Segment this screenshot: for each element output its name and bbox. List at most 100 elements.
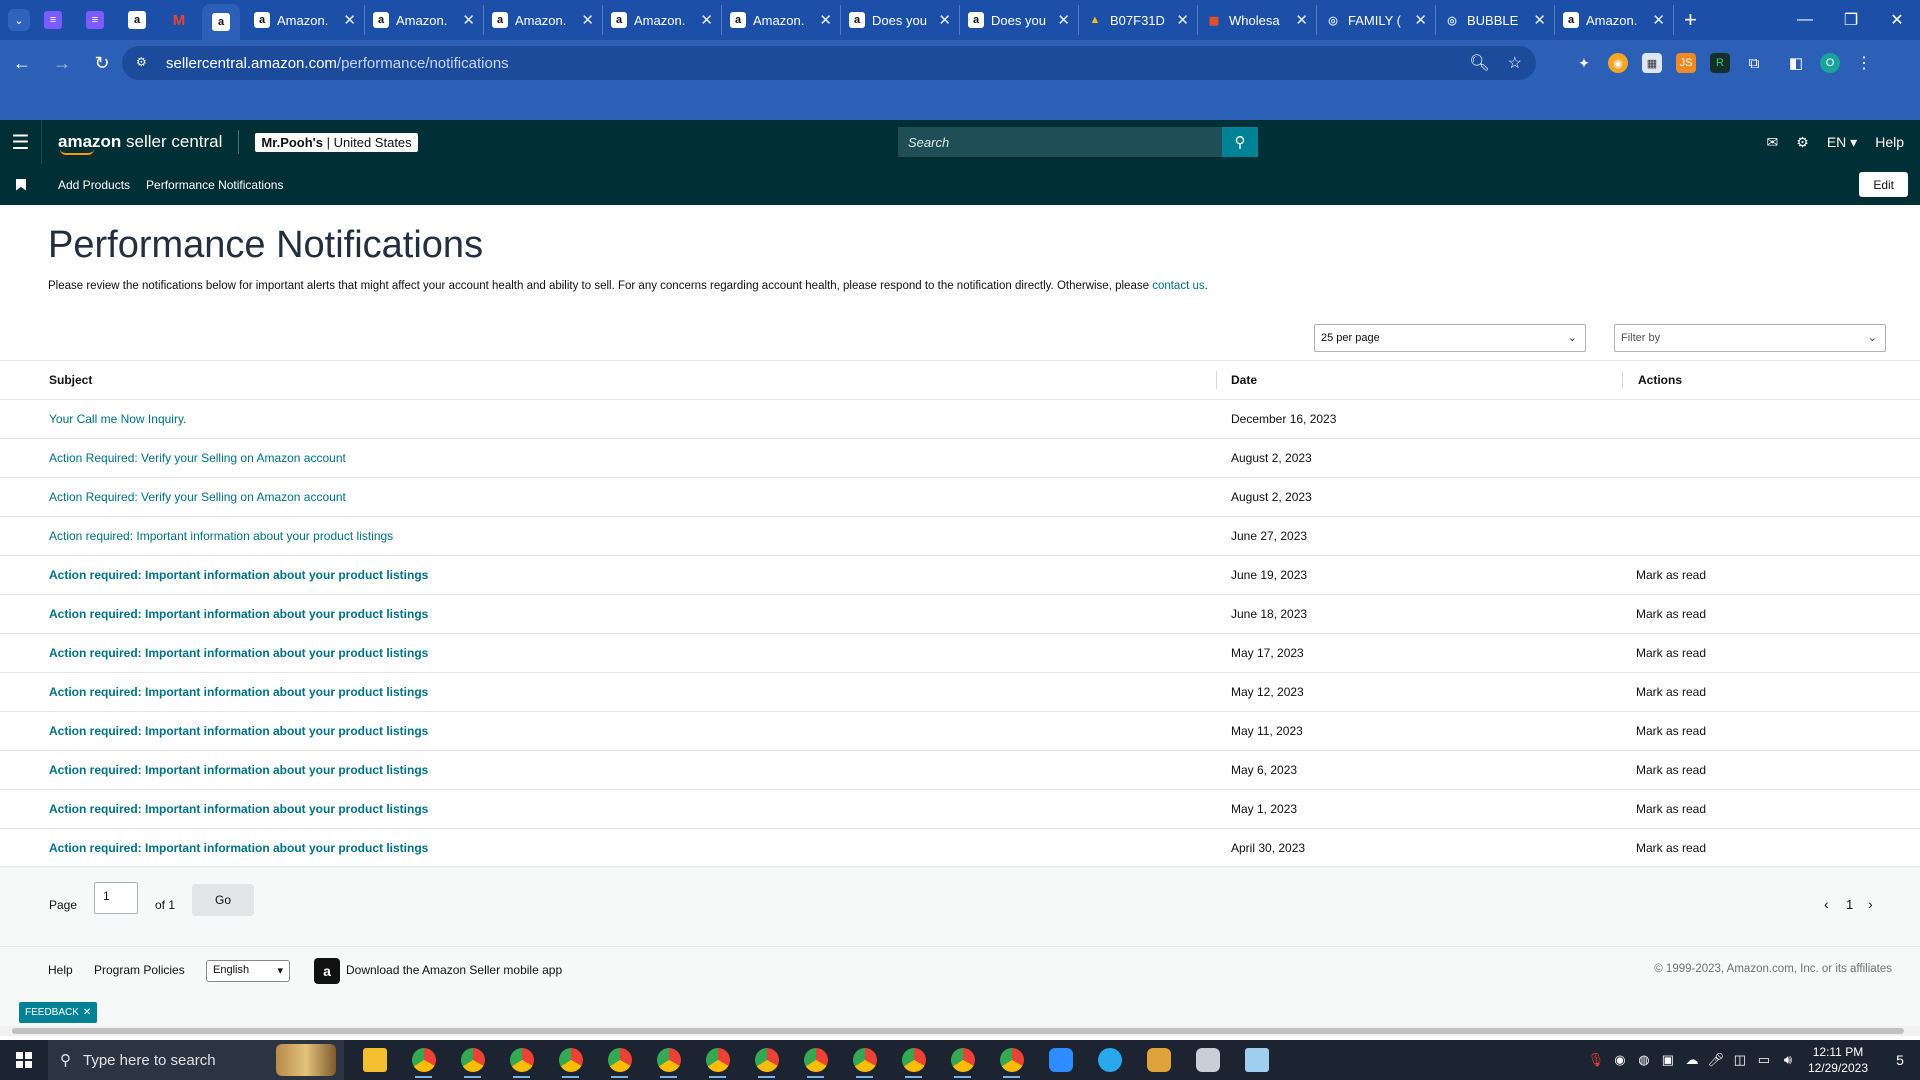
pinned-tab-active[interactable]: a [202,4,240,40]
pinned-tab-2[interactable]: ≡ [76,3,114,37]
close-tab-icon[interactable]: ✕ [1533,11,1546,29]
camera-icon[interactable]: ◫ [1728,1052,1752,1068]
microphone-icon[interactable]: 🎤︎ [1704,1052,1728,1068]
browser-tab[interactable]: ◎ BUBBLE ✕ [1436,5,1555,35]
extension-r-icon[interactable]: R [1710,53,1730,73]
amazon-seller-app-icon[interactable]: a [314,958,340,984]
extension-js-icon[interactable]: JS [1676,53,1696,73]
app-bag-icon[interactable] [1134,1040,1183,1080]
browser-tab[interactable]: a Does you ✕ [960,5,1079,35]
start-button[interactable] [0,1040,48,1080]
notification-subject-link[interactable]: Action required: Important information a… [49,724,428,738]
restore-button[interactable]: ❐ [1828,0,1874,40]
notification-subject-link[interactable]: Action required: Important information a… [49,568,428,582]
header-date[interactable]: Date [1231,373,1257,387]
volume-icon[interactable]: 🔊︎ [1776,1052,1800,1068]
close-window-button[interactable]: ✕ [1874,0,1920,40]
nav-performance-notifications[interactable]: Performance Notifications [146,178,283,192]
zoom-tray-icon[interactable]: ◉ [1608,1052,1632,1068]
close-tab-icon[interactable]: ✕ [700,11,713,29]
chrome-profile-icon[interactable] [987,1040,1036,1080]
chrome-profile-icon[interactable] [546,1040,595,1080]
side-panel-icon[interactable]: ◧ [1786,53,1806,73]
hamburger-menu-icon[interactable]: ☰ [0,120,42,164]
mark-as-read-link[interactable]: Mark as read [1636,568,1706,582]
chrome-profile-icon[interactable] [840,1040,889,1080]
extensions-puzzle-icon[interactable]: ⧉ [1744,53,1764,73]
search-input[interactable] [898,127,1222,157]
seller-central-logo[interactable]: amazon seller central [58,132,222,155]
store-switcher[interactable]: Mr.Pooh's | United States [255,132,418,152]
footer-help-link[interactable]: Help [48,963,73,977]
mark-as-read-link[interactable]: Mark as read [1636,685,1706,699]
app-bird-icon[interactable] [1183,1040,1232,1080]
next-page-icon[interactable]: › [1868,896,1873,912]
close-tab-icon[interactable]: ✕ [819,11,832,29]
search-button[interactable]: ⚲ [1222,127,1258,157]
notification-subject-link[interactable]: Action required: Important information a… [49,763,428,777]
extension-puzzle-sparkle-icon[interactable]: ✦ [1574,53,1594,73]
mark-as-read-link[interactable]: Mark as read [1636,646,1706,660]
chrome-tray-icon[interactable]: ◍ [1632,1052,1656,1068]
browser-tab[interactable]: a Amazon. ✕ [1555,5,1674,35]
network-icon[interactable]: ▭ [1752,1052,1776,1068]
notification-subject-link[interactable]: Your Call me Now Inquiry. [49,412,186,426]
close-tab-icon[interactable]: ✕ [1414,11,1427,29]
notification-subject-link[interactable]: Action Required: Verify your Selling on … [49,490,346,504]
notification-subject-link[interactable]: Action required: Important information a… [49,685,428,699]
notification-subject-link[interactable]: Action required: Important information a… [49,529,393,543]
chrome-profile-icon[interactable] [448,1040,497,1080]
back-button[interactable]: ← [4,45,40,81]
notification-subject-link[interactable]: Action required: Important information a… [49,841,428,855]
notification-subject-link[interactable]: Action required: Important information a… [49,802,428,816]
chrome-profile-icon[interactable] [399,1040,448,1080]
browser-tab[interactable]: ◎ FAMILY (✕ [1317,5,1436,35]
close-tab-icon[interactable]: ✕ [938,11,951,29]
chrome-profile-icon[interactable] [595,1040,644,1080]
extension-image-icon[interactable]: ▦ [1642,53,1662,73]
chrome-profile-icon[interactable] [791,1040,840,1080]
telegram-icon[interactable] [1085,1040,1134,1080]
chrome-profile-icon[interactable] [693,1040,742,1080]
zoom-icon[interactable]: 🔍︎ [1469,53,1489,73]
page-number-input[interactable]: 1 [94,882,138,914]
pinned-tab-3[interactable]: a [118,3,156,37]
language-selector[interactable]: EN ▾ [1827,134,1857,151]
nav-add-products[interactable]: Add Products [58,178,130,192]
close-tab-icon[interactable]: ✕ [1295,11,1308,29]
chrome-profile-icon[interactable] [938,1040,987,1080]
forward-button[interactable]: → [44,45,80,81]
browser-tab[interactable]: ▲ B07F31D ✕ [1079,5,1198,35]
browser-tab[interactable]: a Amazon. ✕ [484,5,603,35]
browser-tab[interactable]: a Amazon. ✕ [722,5,841,35]
chrome-profile-icon[interactable] [497,1040,546,1080]
bookmark-icon[interactable] [16,178,26,191]
chrome-profile-icon[interactable] [742,1040,791,1080]
taskbar-search[interactable]: ⚲ Type here to search [48,1040,344,1080]
download-app-link[interactable]: Download the Amazon Seller mobile app [346,963,562,977]
browser-tab[interactable]: a Amazon. ✕ [365,5,484,35]
per-page-select[interactable]: 25 per page ⌄ [1314,324,1586,352]
current-page-number[interactable]: 1 [1846,897,1853,912]
tab-search-chevron-icon[interactable]: ⌄ [8,9,30,31]
close-tab-icon[interactable]: ✕ [1057,11,1070,29]
close-tab-icon[interactable]: ✕ [1176,11,1189,29]
browser-tab[interactable]: a Amazon. ✕ [246,5,365,35]
scrollbar-thumb[interactable] [12,1028,1904,1034]
prev-page-icon[interactable]: ‹ [1824,896,1829,912]
filter-select[interactable]: Filter by ⌄ [1614,324,1886,352]
cloud-icon[interactable]: ☁ [1680,1052,1704,1068]
help-link[interactable]: Help [1875,134,1904,150]
new-tab-button[interactable]: + [1684,7,1697,33]
horizontal-scrollbar[interactable] [0,1026,1920,1036]
browser-tab[interactable]: ▦ Wholesa ✕ [1198,5,1317,35]
program-policies-link[interactable]: Program Policies [94,963,185,977]
mark-as-read-link[interactable]: Mark as read [1636,763,1706,777]
mark-as-read-link[interactable]: Mark as read [1636,841,1706,855]
browser-menu-icon[interactable]: ⋮ [1854,53,1874,73]
address-bar[interactable]: ⚙ sellercentral.amazon.com/performance/n… [122,46,1536,80]
reload-button[interactable]: ↻ [84,45,120,81]
close-tab-icon[interactable]: ✕ [581,11,594,29]
contact-us-link[interactable]: contact us [1152,280,1204,292]
notification-subject-link[interactable]: Action required: Important information a… [49,607,428,621]
